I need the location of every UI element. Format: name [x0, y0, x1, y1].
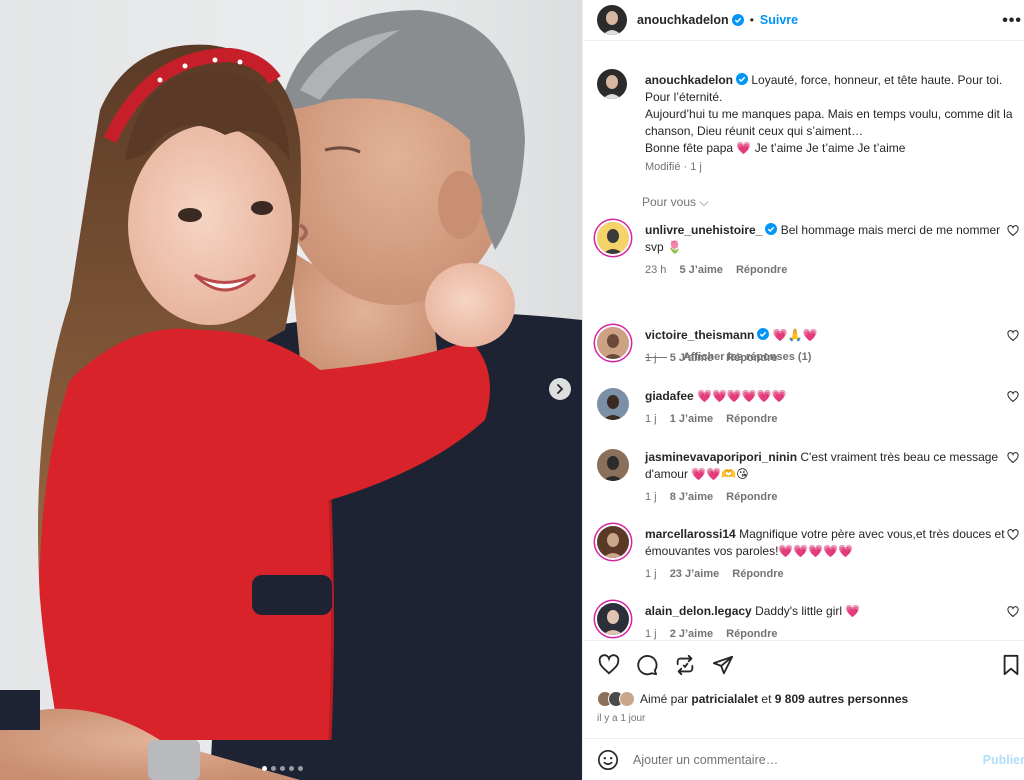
commenter-avatar[interactable] — [597, 449, 629, 481]
commenter-username[interactable]: giadafee — [645, 389, 694, 403]
follow-button[interactable]: Suivre — [760, 13, 798, 27]
caption-meta: Modifié · 1 j — [645, 161, 702, 173]
emoji-icon[interactable] — [597, 749, 619, 771]
reply-button[interactable]: Répondre — [736, 264, 787, 276]
author-username[interactable]: anouchkadelon — [637, 13, 729, 27]
post-viewer: anouchkadelon • Suivre ••• anouchkadelon… — [0, 0, 1024, 780]
reply-button[interactable]: Répondre — [726, 491, 777, 503]
comment-time: 23 h — [645, 264, 667, 276]
post-photo[interactable] — [0, 0, 582, 780]
reply-button[interactable]: Répondre — [732, 568, 783, 580]
post-sidebar: anouchkadelon • Suivre ••• anouchkadelon… — [582, 0, 1024, 780]
comment-time: 1 j — [645, 413, 657, 425]
post-caption: anouchkadelon Loyauté, force, honneur, e… — [583, 55, 1024, 173]
likes-prefix: Aimé par — [640, 692, 689, 706]
comment-meta: 1 j 8 J’aime Répondre — [645, 489, 1015, 506]
comment-likes[interactable]: 2 J’aime — [670, 628, 713, 640]
repost-icon[interactable] — [673, 653, 697, 677]
photo-illustration — [0, 10, 582, 780]
comment-likes[interactable]: 5 J’aime — [679, 264, 722, 276]
heart-icon[interactable] — [1007, 529, 1019, 541]
heart-icon[interactable] — [597, 653, 621, 677]
commenter-avatar[interactable] — [597, 388, 629, 420]
action-bar: Aimé par patricialalet et 9 809 autres p… — [583, 640, 1024, 735]
caption-text: anouchkadelon Loyauté, force, honneur, e… — [645, 55, 1023, 157]
comment-meta: 1 j 23 J’aime Répondre — [645, 566, 1015, 583]
commenter-username[interactable]: alain_delon.legacy — [645, 604, 752, 618]
chevron-right-icon — [557, 384, 564, 394]
liker-username[interactable]: patricialalet — [691, 692, 758, 706]
carousel-dot — [262, 766, 267, 771]
verified-icon — [765, 223, 778, 235]
replies-divider — [645, 356, 667, 358]
comment-time: 1 j — [645, 491, 657, 503]
commenter-username[interactable]: marcellarossi14 — [645, 527, 736, 541]
next-photo-button[interactable] — [549, 378, 571, 400]
show-replies-label: Afficher les réponses (1) — [683, 351, 812, 363]
comment-meta: 1 j 2 J’aime Répondre — [645, 626, 1015, 640]
carousel-dots — [262, 766, 303, 771]
carousel-dot — [298, 766, 303, 771]
add-comment-bar: Publier — [583, 738, 1024, 780]
caption-avatar[interactable] — [597, 69, 627, 99]
verified-icon — [736, 73, 749, 85]
likes-count[interactable]: 9 809 autres personnes — [775, 692, 908, 706]
for-you-toggle[interactable]: Pour vous ⌵ — [642, 195, 1024, 210]
caption-username[interactable]: anouchkadelon — [645, 73, 733, 87]
comment-text: 💗💗💗💗💗💗 — [697, 389, 787, 403]
carousel-dot — [280, 766, 285, 771]
likes-text: Aimé par patricialalet et 9 809 autres p… — [640, 692, 908, 706]
comment-likes[interactable]: 8 J’aime — [670, 491, 713, 503]
author-avatar[interactable] — [597, 5, 627, 35]
comment-time: 1 j — [645, 628, 657, 640]
comment-time: 1 j — [645, 568, 657, 580]
comment-likes[interactable]: 1 J’aime — [670, 413, 713, 425]
reply-button[interactable]: Répondre — [726, 413, 777, 425]
share-icon[interactable] — [711, 653, 735, 677]
verified-icon — [731, 14, 744, 26]
commenter-avatar[interactable] — [597, 222, 629, 254]
commenter-username[interactable]: victoire_theismann — [645, 328, 754, 342]
carousel-dot — [271, 766, 276, 771]
heart-icon[interactable] — [1007, 225, 1019, 237]
heart-icon[interactable] — [1007, 606, 1019, 618]
reply-button[interactable]: Répondre — [726, 628, 777, 640]
comment-meta: 1 j 1 J’aime Répondre — [645, 411, 1015, 428]
commenter-avatar[interactable] — [597, 526, 629, 558]
commenter-username[interactable]: jasminevavaporipori_ninin — [645, 450, 797, 464]
commenter-avatar[interactable] — [597, 327, 629, 359]
comment-text: 💗🙏💗 — [772, 328, 818, 342]
heart-icon[interactable] — [1007, 452, 1019, 464]
post-timestamp: il y a 1 jour — [597, 713, 646, 724]
comment-icon[interactable] — [635, 653, 659, 677]
comment-body: jasminevavaporipori_ninin C'est vraiment… — [645, 449, 1019, 506]
comment-body: unlivre_unehistoire_ Bel hommage mais me… — [645, 222, 1019, 279]
comment-meta: 23 h 5 J’aime Répondre — [645, 262, 1015, 279]
comment-body: giadafee 💗💗💗💗💗💗 1 j 1 J’aime Répondre — [645, 388, 1019, 428]
verified-icon — [757, 328, 770, 340]
more-icon[interactable]: ••• — [1002, 12, 1022, 30]
publish-button[interactable]: Publier — [983, 753, 1024, 767]
heart-icon[interactable] — [1007, 330, 1019, 342]
heart-icon[interactable] — [1007, 391, 1019, 403]
commenter-username[interactable]: unlivre_unehistoire_ — [645, 223, 762, 237]
likes-middle: et — [761, 692, 772, 706]
commenter-avatar[interactable] — [597, 603, 629, 635]
comment-body: marcellarossi14 Magnifique votre père av… — [645, 526, 1019, 583]
post-header: anouchkadelon • Suivre ••• — [583, 0, 1024, 41]
liker-avatar — [619, 691, 635, 707]
comment-likes[interactable]: 23 J’aime — [670, 568, 720, 580]
comment-body: alain_delon.legacy Daddy's little girl 💗… — [645, 603, 1019, 640]
header-separator: • — [749, 13, 754, 27]
likes-summary: Aimé par patricialalet et 9 809 autres p… — [597, 691, 908, 707]
comment-text: Daddy's little girl 💗 — [755, 604, 861, 618]
bookmark-icon[interactable] — [999, 653, 1023, 677]
comments-scroll-area[interactable]: anouchkadelon Loyauté, force, honneur, e… — [583, 55, 1024, 640]
comment-input[interactable] — [633, 752, 963, 767]
carousel-dot — [289, 766, 294, 771]
show-replies-button[interactable]: Afficher les réponses (1) — [645, 351, 811, 363]
